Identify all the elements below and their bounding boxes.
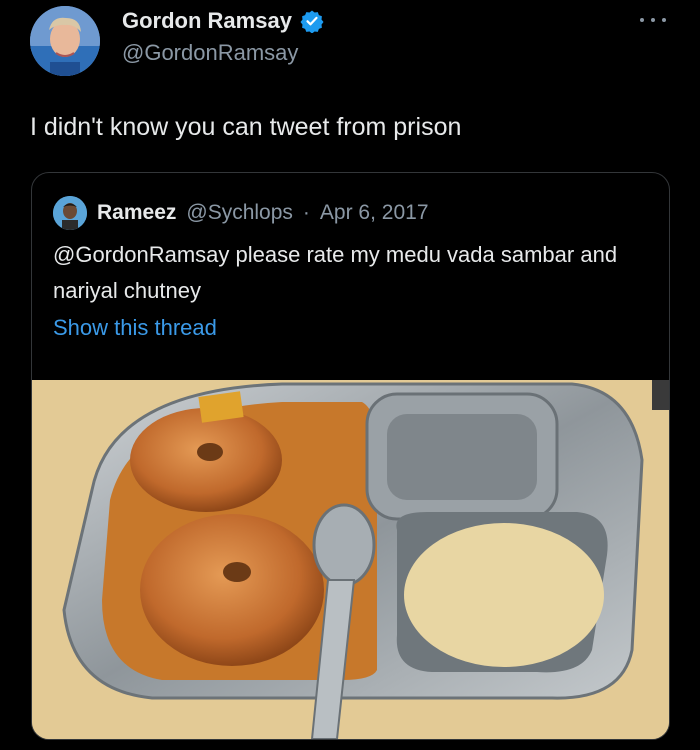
quoted-tweet-text: @GordonRamsay please rate my medu vada s… xyxy=(53,242,618,303)
tweet-text: I didn't know you can tweet from prison xyxy=(30,113,462,141)
author-block[interactable]: Gordon Ramsay @GordonRamsay xyxy=(122,8,324,66)
author-handle[interactable]: @GordonRamsay xyxy=(122,40,324,66)
show-thread-link[interactable]: Show this thread xyxy=(53,315,217,341)
meta-separator: · xyxy=(302,201,310,224)
author-display-name[interactable]: Gordon Ramsay xyxy=(122,8,292,34)
quoted-author-handle[interactable]: @Sychlops xyxy=(186,201,293,225)
verified-badge-icon xyxy=(300,9,324,34)
avatar-image xyxy=(30,6,100,76)
quoted-tweet-date[interactable]: Apr 6, 2017 xyxy=(320,201,429,225)
food-plate-image xyxy=(32,380,669,739)
author-avatar[interactable] xyxy=(30,6,100,76)
quoted-tweet-card[interactable]: Rameez @Sychlops · Apr 6, 2017 @GordonRa… xyxy=(31,172,670,740)
quoted-author-name[interactable]: Rameez xyxy=(97,201,176,225)
quoted-author-avatar xyxy=(53,196,87,230)
quoted-tweet-header: Rameez @Sychlops · Apr 6, 2017 xyxy=(53,196,429,230)
more-dots-icon[interactable] xyxy=(640,10,666,30)
quoted-tweet-photo[interactable] xyxy=(32,380,669,739)
